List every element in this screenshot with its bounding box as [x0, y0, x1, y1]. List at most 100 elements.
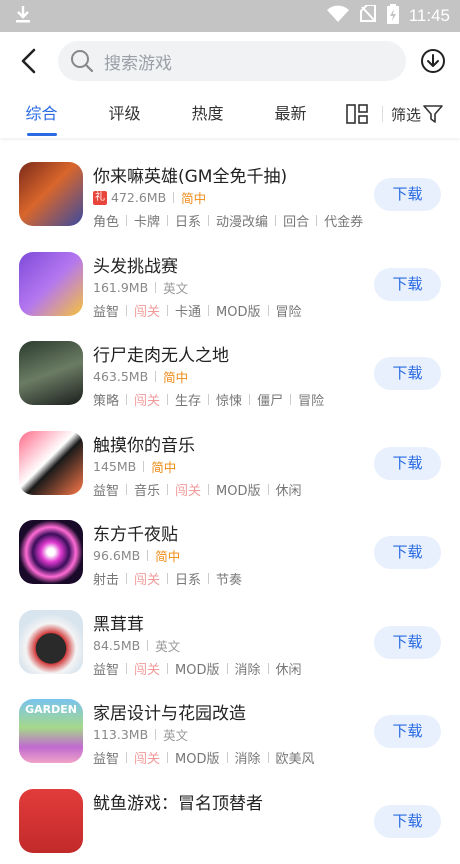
- app-tags: 益智闯关 MOD版消除休闲: [93, 659, 302, 678]
- tag-divider: [208, 573, 209, 584]
- filter-funnel-icon: [423, 104, 443, 124]
- tag[interactable]: 闯关: [175, 480, 201, 499]
- app-name[interactable]: 鱿鱼游戏：冒名顶替者: [93, 789, 263, 814]
- tag[interactable]: 节奏: [216, 569, 242, 588]
- icon-label: GARDEN: [19, 703, 83, 716]
- tag[interactable]: 闯关: [134, 659, 160, 678]
- app-name[interactable]: 家居设计与花园改造: [93, 699, 246, 724]
- piano-tiles-icon[interactable]: [19, 431, 83, 495]
- tab-comprehensive[interactable]: 综合: [0, 90, 83, 138]
- app-meta: 145MB简中: [93, 457, 176, 476]
- tag-divider: [268, 752, 269, 763]
- tag[interactable]: 生存: [175, 390, 201, 409]
- search-input[interactable]: 搜索游戏: [58, 41, 406, 81]
- tag[interactable]: 角色: [93, 211, 119, 230]
- download-button[interactable]: 下载: [374, 715, 441, 748]
- download-button[interactable]: 下载: [374, 447, 441, 480]
- tag[interactable]: 卡牌: [134, 211, 160, 230]
- app-meta: 84.5MB英文: [93, 636, 180, 655]
- tag[interactable]: 策略: [93, 390, 119, 409]
- app-name[interactable]: 头发挑战赛: [93, 252, 178, 277]
- app-name[interactable]: 你来嘛英雄(GM全免千抽): [93, 162, 287, 187]
- tag[interactable]: 益智: [93, 748, 119, 767]
- back-button[interactable]: [0, 32, 58, 90]
- tag-divider: [208, 484, 209, 495]
- tag[interactable]: MOD版: [216, 301, 260, 320]
- app-tags: 角色卡牌日系动漫改编回合代金券: [93, 211, 363, 230]
- tab-rating[interactable]: 评级: [83, 90, 166, 138]
- download-manager-button[interactable]: [406, 32, 460, 90]
- filter-label: 筛选: [391, 104, 421, 125]
- tag[interactable]: 闯关: [134, 390, 160, 409]
- tag[interactable]: 益智: [93, 659, 119, 678]
- tab-popularity[interactable]: 热度: [166, 90, 249, 138]
- list-item[interactable]: 你来嘛英雄(GM全免千抽)礼472.6MB简中角色卡牌日系动漫改编回合代金券下载: [0, 148, 460, 238]
- list-item[interactable]: 行尸走肉无人之地463.5MB简中策略闯关生存惊悚僵尸冒险 下载: [0, 327, 460, 417]
- tag[interactable]: 音乐: [134, 480, 160, 499]
- tag[interactable]: 射击: [93, 569, 119, 588]
- garden-design-icon[interactable]: GARDEN: [19, 699, 83, 763]
- squid-game-icon[interactable]: [19, 789, 83, 853]
- tag[interactable]: 闯关: [134, 569, 160, 588]
- meta-divider: [147, 550, 148, 561]
- app-meta: 463.5MB简中: [93, 367, 188, 386]
- app-name[interactable]: 行尸走肉无人之地: [93, 341, 229, 366]
- hair-challenge-icon[interactable]: [19, 252, 83, 316]
- tag[interactable]: 代金券: [324, 211, 363, 230]
- list-item[interactable]: 东方千夜贴96.6MB简中射击闯关日系节奏下载: [0, 506, 460, 596]
- tag[interactable]: 消除: [235, 748, 261, 767]
- tag[interactable]: 益智: [93, 301, 119, 320]
- tag-divider: [227, 752, 228, 763]
- tag-divider: [275, 215, 276, 226]
- tag[interactable]: MOD版: [216, 480, 260, 499]
- list-item[interactable]: GARDEN家居设计与花园改造113.3MB英文益智闯关MOD版消除欧美风下载: [0, 685, 460, 775]
- tag[interactable]: 休闲: [276, 659, 302, 678]
- tag[interactable]: MOD版: [175, 748, 219, 767]
- tag[interactable]: 冒险: [298, 390, 324, 409]
- tag[interactable]: 闯关: [134, 748, 160, 767]
- app-name[interactable]: 东方千夜贴: [93, 520, 178, 545]
- layout-toggle-button[interactable]: [332, 90, 382, 138]
- app-name[interactable]: 触摸你的音乐: [93, 431, 195, 456]
- tag-divider: [268, 484, 269, 495]
- tag[interactable]: 冒险: [276, 301, 302, 320]
- list-item[interactable]: 触摸你的音乐145MB简中益智音乐闯关 MOD版休闲 下载: [0, 417, 460, 507]
- tag[interactable]: 卡通: [175, 301, 201, 320]
- list-item[interactable]: 头发挑战赛161.9MB英文益智闯关卡通MOD版冒险下载: [0, 238, 460, 328]
- tag-divider: [208, 215, 209, 226]
- tab-latest[interactable]: 最新: [249, 90, 332, 138]
- download-button[interactable]: 下载: [374, 626, 441, 659]
- download-button[interactable]: 下载: [374, 268, 441, 301]
- download-button[interactable]: 下载: [374, 805, 441, 838]
- list-item[interactable]: 黑茸茸84.5MB英文益智闯关 MOD版消除休闲 下载: [0, 596, 460, 686]
- tag[interactable]: 回合: [283, 211, 309, 230]
- hero-game-icon[interactable]: [19, 162, 83, 226]
- tag[interactable]: 动漫改编: [216, 211, 268, 230]
- walking-dead-icon[interactable]: [19, 341, 83, 405]
- touhou-icon[interactable]: [19, 520, 83, 584]
- tag[interactable]: MOD版: [175, 659, 219, 678]
- tag[interactable]: 闯关: [134, 301, 160, 320]
- black-fluffy-icon[interactable]: [19, 610, 83, 674]
- grid-layout-icon: [346, 104, 368, 124]
- tag-divider: [126, 573, 127, 584]
- app-name[interactable]: 黑茸茸: [93, 610, 144, 635]
- download-button[interactable]: 下载: [374, 178, 441, 211]
- tag[interactable]: 益智: [93, 480, 119, 499]
- tag[interactable]: 欧美风: [276, 748, 315, 767]
- meta-divider: [147, 640, 148, 651]
- download-button[interactable]: 下载: [374, 357, 441, 390]
- tag[interactable]: 休闲: [276, 480, 302, 499]
- tag[interactable]: 惊悚: [216, 390, 242, 409]
- tag[interactable]: 消除: [235, 659, 261, 678]
- language-badge: 英文: [163, 278, 188, 297]
- battery-charging-icon: [387, 4, 399, 28]
- tag[interactable]: 僵尸: [257, 390, 283, 409]
- download-button[interactable]: 下载: [374, 536, 441, 569]
- tag[interactable]: 日系: [175, 211, 201, 230]
- filter-button[interactable]: 筛选: [383, 90, 443, 138]
- wifi-icon: [327, 5, 349, 27]
- list-item[interactable]: 鱿鱼游戏：冒名顶替者下载: [0, 775, 460, 864]
- tab-bar: 综合 评级 热度 最新 筛选: [0, 90, 460, 138]
- tag[interactable]: 日系: [175, 569, 201, 588]
